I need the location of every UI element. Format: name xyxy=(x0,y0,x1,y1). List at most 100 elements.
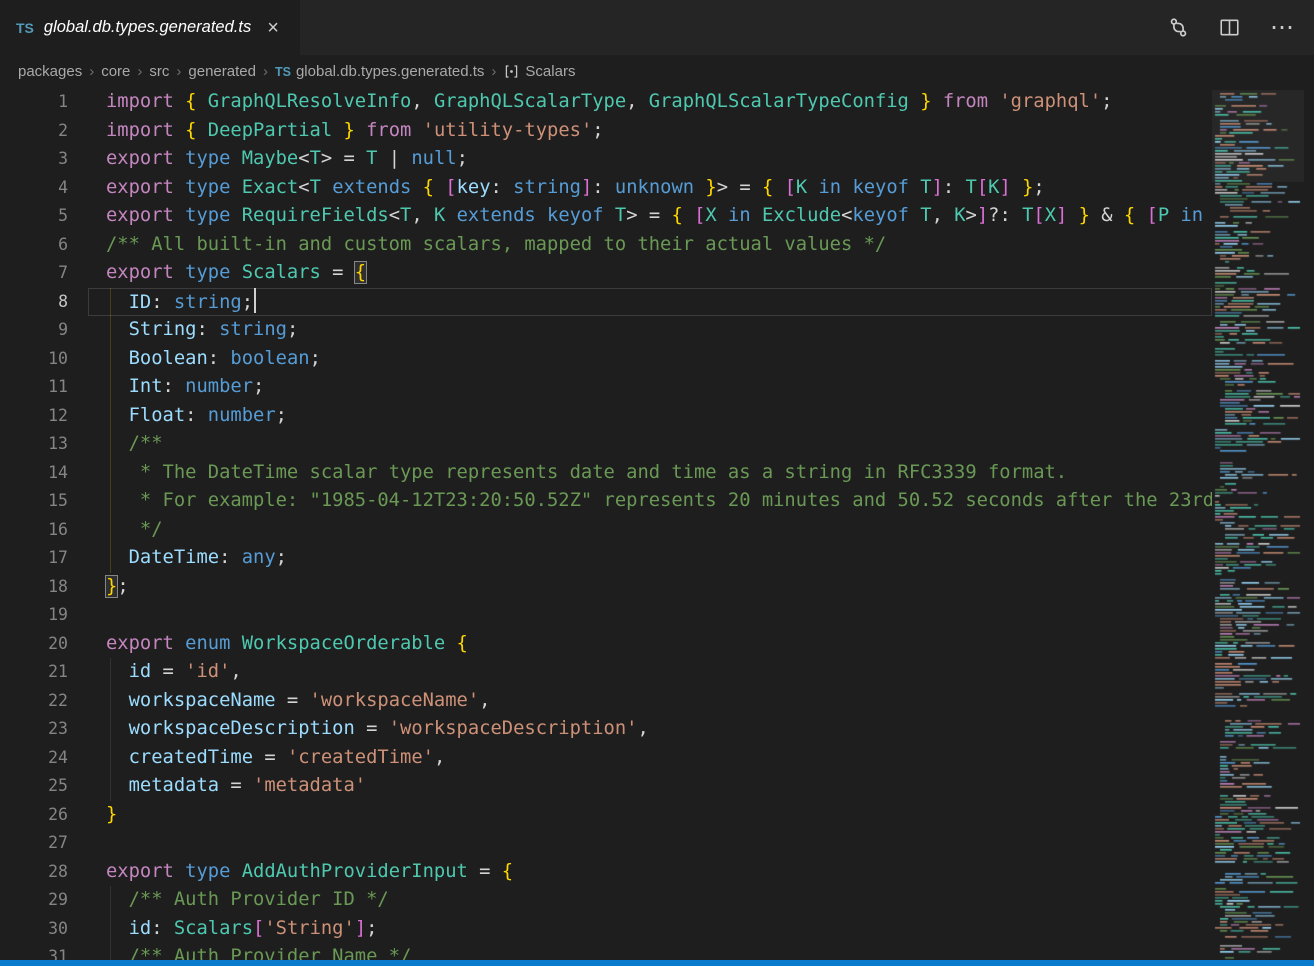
code-line[interactable]: 18}; xyxy=(0,573,1212,602)
code-line[interactable]: 9 String: string; xyxy=(0,316,1212,345)
line-number[interactable]: 31 xyxy=(0,943,68,960)
code-line[interactable]: 13 /** xyxy=(0,430,1212,459)
line-number[interactable]: 24 xyxy=(0,744,68,773)
line-number[interactable]: 14 xyxy=(0,459,68,488)
code-line[interactable]: 10 Boolean: boolean; xyxy=(0,345,1212,374)
breadcrumb-label: src xyxy=(149,63,169,80)
split-editor-icon[interactable] xyxy=(1219,17,1240,38)
line-number[interactable]: 3 xyxy=(0,145,68,174)
code-line-text: export type AddAuthProviderInput = { xyxy=(88,858,1212,887)
minimap-canvas[interactable] xyxy=(1212,90,1304,960)
code-line[interactable]: 25 metadata = 'metadata' xyxy=(0,772,1212,801)
breadcrumb-separator: › xyxy=(176,63,181,80)
line-number[interactable]: 13 xyxy=(0,430,68,459)
breadcrumb-separator: › xyxy=(137,63,142,80)
close-tab-icon[interactable]: × xyxy=(267,18,279,38)
line-number[interactable]: 30 xyxy=(0,915,68,944)
code-line-text: import { GraphQLResolveInfo, GraphQLScal… xyxy=(88,88,1212,117)
minimap[interactable] xyxy=(1212,88,1314,960)
code-line[interactable]: 5export type RequireFields<T, K extends … xyxy=(0,202,1212,231)
code-line[interactable]: 20 export enum WorkspaceOrderable { xyxy=(0,630,1212,659)
code-line-text: /** xyxy=(88,430,1212,459)
code-line[interactable]: 27 xyxy=(0,829,1212,858)
code-line[interactable]: 26} xyxy=(0,801,1212,830)
breadcrumb-item-global-db-types-generated-ts[interactable]: TSglobal.db.types.generated.ts xyxy=(275,63,484,80)
code-area[interactable]: 1 import { GraphQLResolveInfo, GraphQLSca… xyxy=(0,88,1212,960)
line-number[interactable]: 16 xyxy=(0,516,68,545)
breadcrumb-item-core[interactable]: core xyxy=(101,63,130,80)
code-line[interactable]: 28 export type AddAuthProviderInput = { xyxy=(0,858,1212,887)
code-line-text: * For example: "1985-04-12T23:20:50.52Z"… xyxy=(88,487,1212,516)
breadcrumb-item-src[interactable]: src xyxy=(149,63,169,80)
code-line[interactable]: 7export type Scalars = { xyxy=(0,259,1212,288)
code-line-text: export enum WorkspaceOrderable { xyxy=(88,630,1212,659)
line-number[interactable]: 12 xyxy=(0,402,68,431)
code-line[interactable]: 1 import { GraphQLResolveInfo, GraphQLSca… xyxy=(0,88,1212,117)
line-number[interactable]: 29 xyxy=(0,886,68,915)
code-line-text: export type Exact<T extends { [key: stri… xyxy=(88,174,1212,203)
line-number[interactable]: 26 xyxy=(0,801,68,830)
breadcrumb-separator: › xyxy=(263,63,268,80)
code-line[interactable]: 29 /** Auth Provider ID */ xyxy=(0,886,1212,915)
line-number[interactable]: 20 xyxy=(0,630,68,659)
line-number[interactable]: 11 xyxy=(0,373,68,402)
code-line[interactable]: 21 id = 'id', xyxy=(0,658,1212,687)
line-number[interactable]: 15 xyxy=(0,487,68,516)
code-line[interactable]: 2import { DeepPartial } from 'utility-ty… xyxy=(0,117,1212,146)
code-line-text: id = 'id', xyxy=(88,658,1212,687)
code-line[interactable]: 11 Int: number; xyxy=(0,373,1212,402)
code-line[interactable]: 22 workspaceName = 'workspaceName', xyxy=(0,687,1212,716)
code-line[interactable]: 3export type Maybe<T> = T | null; xyxy=(0,145,1212,174)
line-number[interactable]: 5 xyxy=(0,202,68,231)
line-number[interactable]: 19 xyxy=(0,601,68,630)
breadcrumb-label: Scalars xyxy=(525,63,575,80)
code-line[interactable]: 30 id: Scalars['String']; xyxy=(0,915,1212,944)
line-number[interactable]: 8 xyxy=(0,288,68,317)
editor-actions: ⋯ xyxy=(1168,0,1314,55)
code-line-text: } xyxy=(88,801,1212,830)
code-line[interactable]: 19 xyxy=(0,601,1212,630)
typescript-file-icon: TS xyxy=(275,65,291,79)
code-line-text: /** All built-in and custom scalars, map… xyxy=(88,231,1212,260)
line-number[interactable]: 21 xyxy=(0,658,68,687)
code-line-text: /** Auth Provider ID */ xyxy=(88,886,1212,915)
line-number[interactable]: 9 xyxy=(0,316,68,345)
code-line[interactable]: 8 ID: string; xyxy=(0,288,1212,317)
code-line[interactable]: 15 * For example: "1985-04-12T23:20:50.5… xyxy=(0,487,1212,516)
tab-global-db-types-generated[interactable]: TS global.db.types.generated.ts × xyxy=(0,0,300,55)
line-number[interactable]: 2 xyxy=(0,117,68,146)
code-line-text: ID: string; xyxy=(88,288,1212,317)
line-number[interactable]: 1 xyxy=(0,88,68,117)
code-line[interactable]: 23 workspaceDescription = 'workspaceDesc… xyxy=(0,715,1212,744)
line-number[interactable]: 22 xyxy=(0,687,68,716)
line-number[interactable]: 27 xyxy=(0,829,68,858)
line-number[interactable]: 18 xyxy=(0,573,68,602)
code-line-text: Float: number; xyxy=(88,402,1212,431)
line-number[interactable]: 10 xyxy=(0,345,68,374)
breadcrumb: packages › core › src › generated › TSglobal.db.… xyxy=(0,55,1314,88)
more-actions-icon[interactable]: ⋯ xyxy=(1270,16,1294,40)
breadcrumb-item-scalars[interactable]: Scalars xyxy=(503,63,575,80)
code-line[interactable]: 17 DateTime: any; xyxy=(0,544,1212,573)
breadcrumb-item-generated[interactable]: generated xyxy=(188,63,256,80)
breadcrumb-separator: › xyxy=(89,63,94,80)
code-line[interactable]: 4 export type Exact<T extends { [key: str… xyxy=(0,174,1212,203)
line-number[interactable]: 23 xyxy=(0,715,68,744)
code-line[interactable]: 12 Float: number; xyxy=(0,402,1212,431)
code-line[interactable]: 31 /** Auth Provider Name */ xyxy=(0,943,1212,960)
code-line[interactable]: 6 /** All built-in and custom scalars, ma… xyxy=(0,231,1212,260)
code-line[interactable]: 16 */ xyxy=(0,516,1212,545)
breadcrumb-label: packages xyxy=(18,63,82,80)
typescript-file-icon: TS xyxy=(16,20,34,36)
line-number[interactable]: 17 xyxy=(0,544,68,573)
breadcrumb-item-packages[interactable]: packages xyxy=(18,63,82,80)
line-number[interactable]: 6 xyxy=(0,231,68,260)
open-changes-icon[interactable] xyxy=(1168,17,1189,38)
code-line[interactable]: 14 * The DateTime scalar type represents… xyxy=(0,459,1212,488)
line-number[interactable]: 25 xyxy=(0,772,68,801)
line-number[interactable]: 28 xyxy=(0,858,68,887)
line-number[interactable]: 4 xyxy=(0,174,68,203)
line-number[interactable]: 7 xyxy=(0,259,68,288)
code-line[interactable]: 24 createdTime = 'createdTime', xyxy=(0,744,1212,773)
breadcrumb-label: generated xyxy=(188,63,256,80)
